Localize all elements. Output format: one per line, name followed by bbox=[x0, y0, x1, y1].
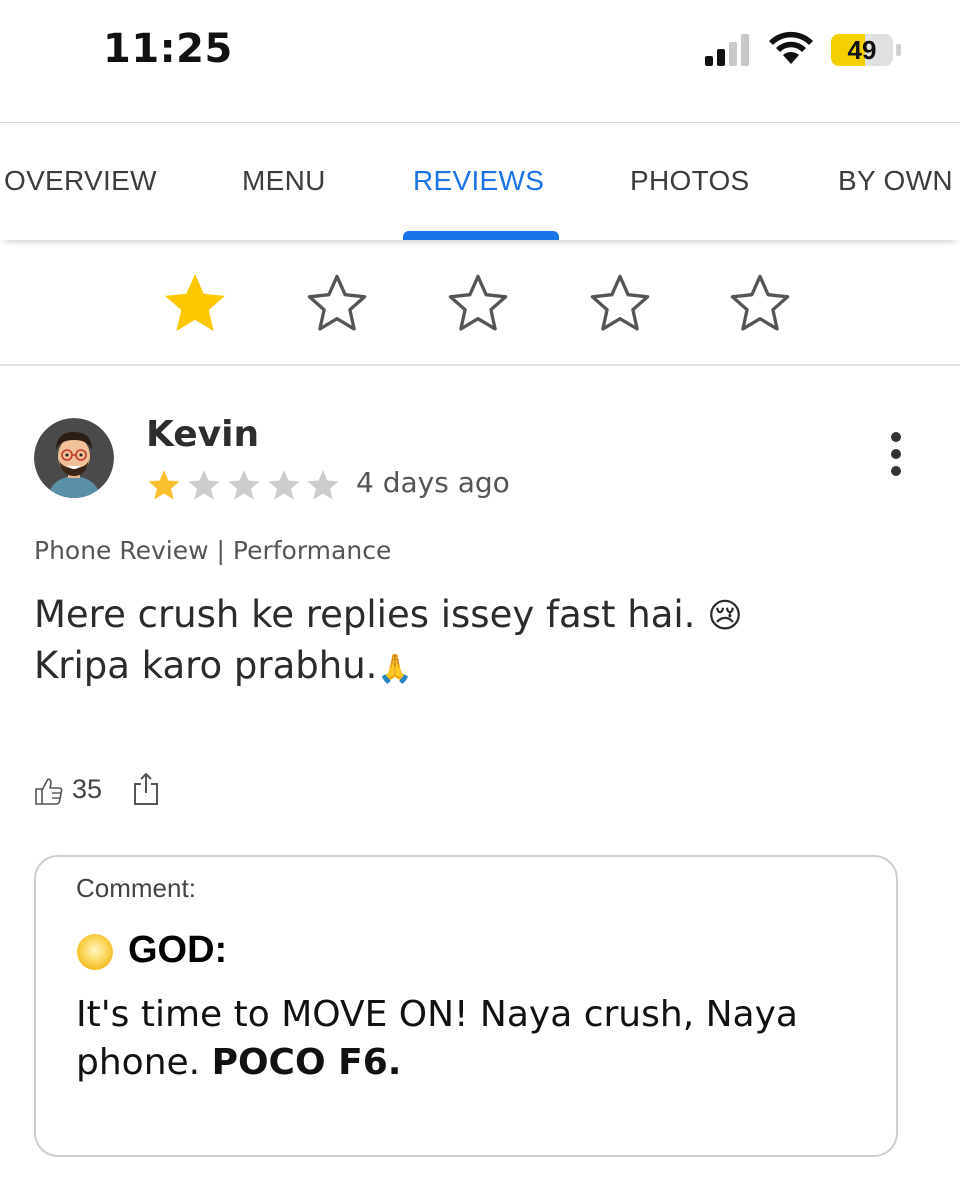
star-filter-3-icon[interactable] bbox=[442, 268, 514, 340]
comment-label: Comment: bbox=[76, 873, 196, 903]
rating-star-3-icon bbox=[228, 470, 260, 500]
star-filter-2-icon[interactable] bbox=[301, 268, 373, 340]
review-text: Mere crush ke replies issey fast hai. 😢 … bbox=[34, 590, 914, 694]
review-rating-stars bbox=[148, 470, 339, 500]
wifi-icon bbox=[769, 31, 813, 64]
rating-star-5-icon bbox=[307, 470, 339, 500]
reviewer-name[interactable]: Kevin bbox=[146, 414, 259, 455]
star-rating-filter bbox=[0, 240, 960, 366]
comment-author: GOD: bbox=[128, 929, 228, 971]
tab-bar: OVERVIEW MENU REVIEWS PHOTOS BY OWN bbox=[0, 122, 960, 240]
review-text-line-2: Kripa karo prabhu. bbox=[34, 644, 378, 687]
crying-face-emoji: 😢 bbox=[707, 596, 743, 636]
more-options-icon[interactable] bbox=[880, 432, 912, 482]
tab-reviews[interactable]: REVIEWS bbox=[413, 165, 544, 197]
review-text-line-1: Mere crush ke replies issey fast hai. bbox=[34, 593, 696, 636]
review-date: 4 days ago bbox=[356, 466, 510, 499]
tab-photos[interactable]: PHOTOS bbox=[630, 165, 750, 197]
active-tab-indicator bbox=[403, 231, 559, 240]
rating-star-1-icon bbox=[148, 470, 180, 500]
tab-by-owner[interactable]: BY OWN bbox=[838, 165, 953, 197]
status-bar: 11:25 49 bbox=[0, 0, 960, 110]
comment-text: It's time to MOVE ON! Naya crush, Naya p… bbox=[76, 991, 876, 1087]
review-tags: Phone Review | Performance bbox=[34, 536, 392, 565]
rating-star-4-icon bbox=[268, 470, 300, 500]
star-filter-5-icon[interactable] bbox=[724, 268, 796, 340]
thumbs-up-icon[interactable] bbox=[34, 776, 64, 806]
star-filter-4-icon[interactable] bbox=[584, 268, 656, 340]
tab-overview[interactable]: OVERVIEW bbox=[4, 165, 157, 197]
comment-text-plain: It's time to MOVE ON! Naya crush, Naya p… bbox=[76, 994, 798, 1083]
share-icon[interactable] bbox=[132, 772, 160, 806]
battery-indicator: 49 bbox=[830, 33, 902, 67]
comment-text-bold: POCO F6. bbox=[211, 1042, 402, 1083]
status-time: 11:25 bbox=[103, 26, 233, 72]
reviewer-avatar-icon bbox=[34, 418, 114, 498]
like-count: 35 bbox=[72, 774, 103, 804]
cellular-signal-icon bbox=[705, 34, 749, 66]
folded-hands-emoji: 🙏 bbox=[377, 652, 413, 685]
comment-box: Comment: GOD: It's time to MOVE ON! Naya… bbox=[34, 855, 898, 1157]
avatar[interactable] bbox=[34, 418, 114, 498]
battery-level: 49 bbox=[847, 35, 877, 65]
tab-menu[interactable]: MENU bbox=[242, 165, 326, 197]
rating-star-2-icon bbox=[188, 470, 220, 500]
star-filter-1-icon[interactable] bbox=[159, 268, 231, 340]
sun-icon bbox=[77, 934, 113, 970]
